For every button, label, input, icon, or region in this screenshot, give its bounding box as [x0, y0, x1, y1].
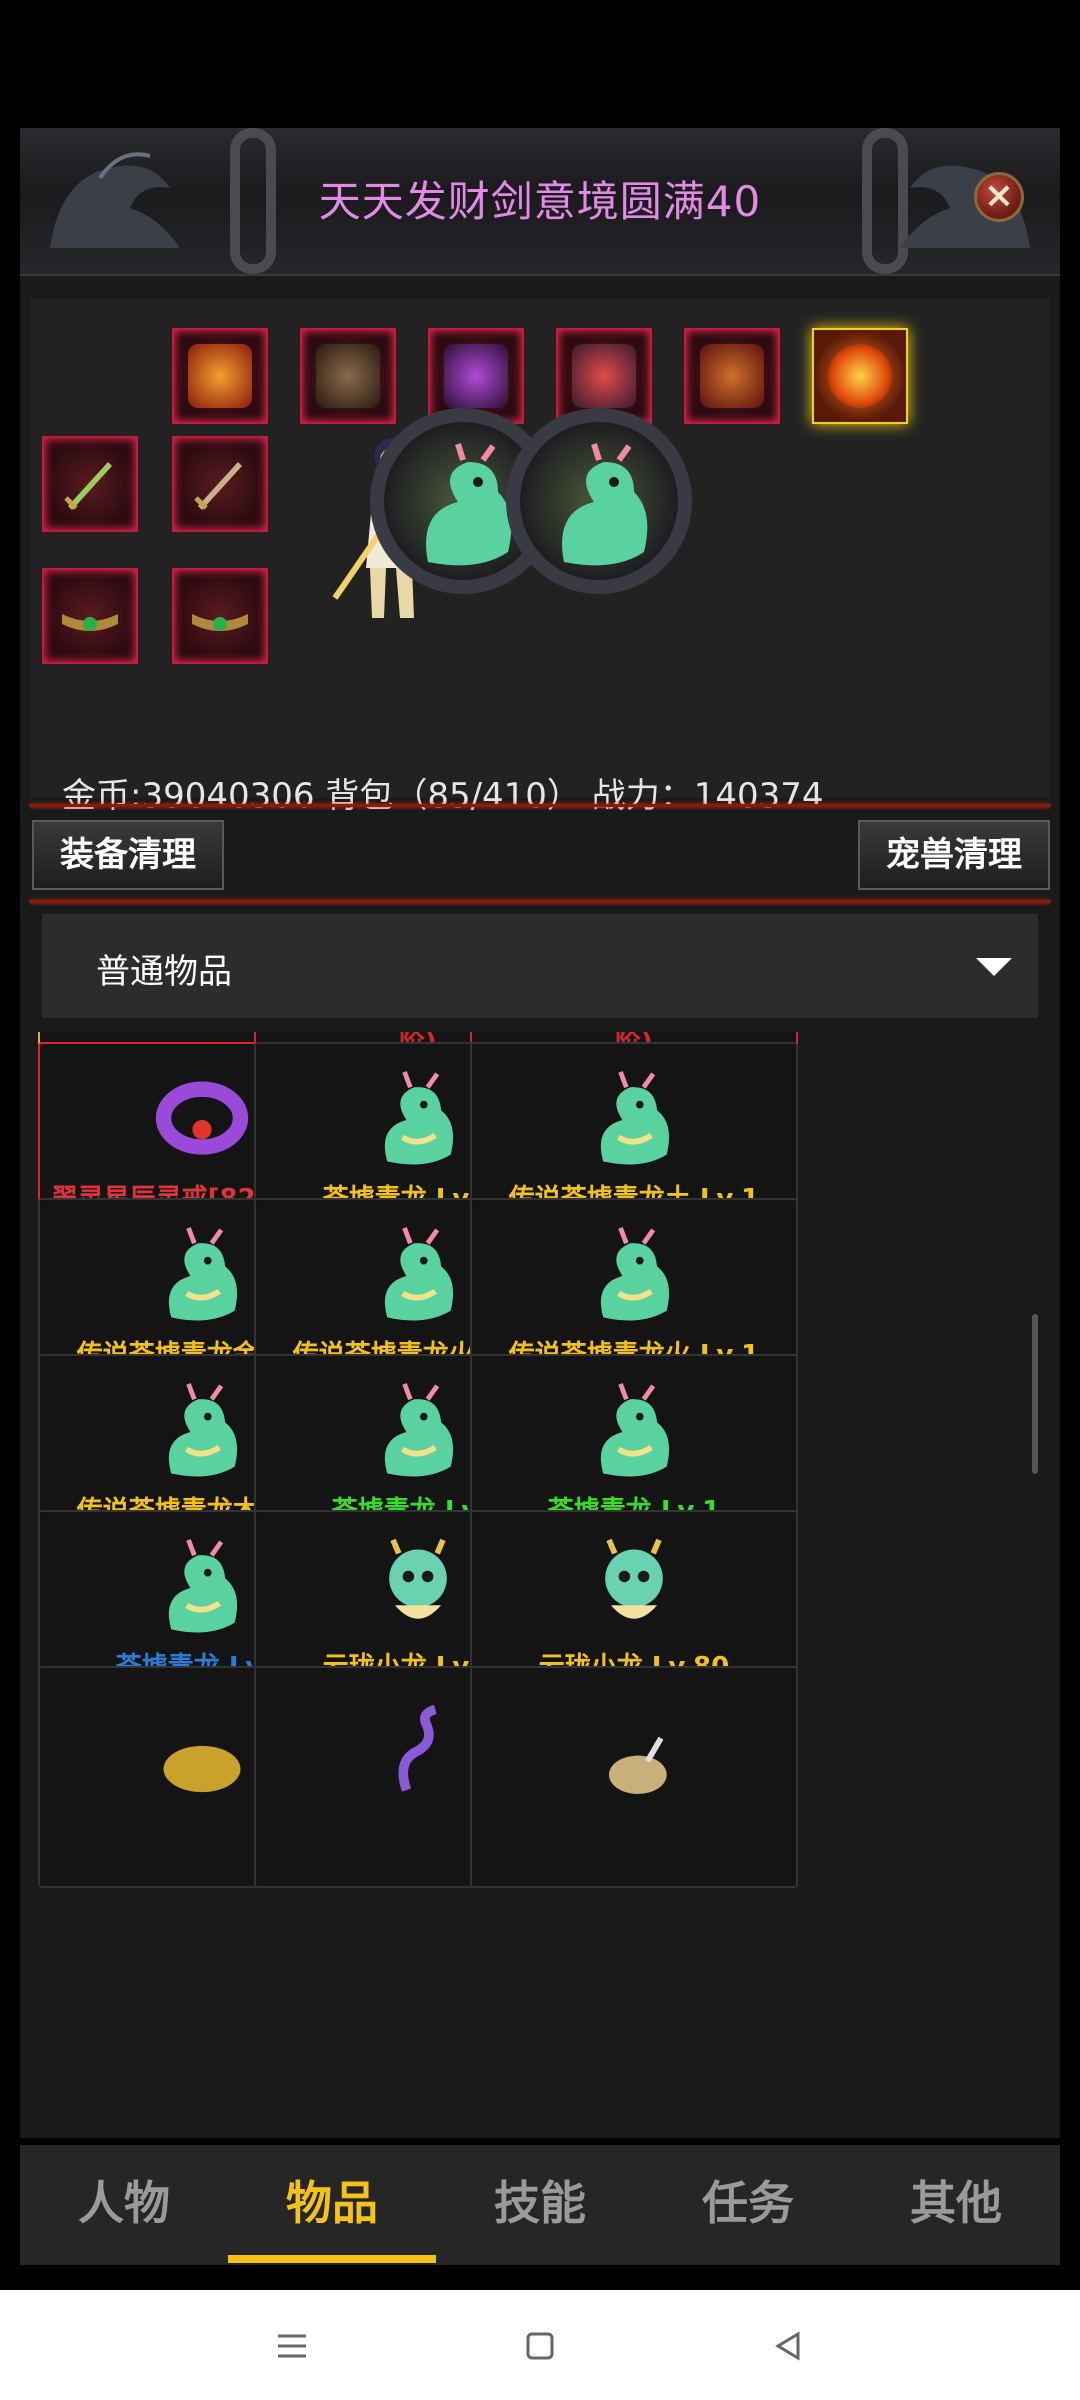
player-stats: 金币:39040306 背包（85/410） 战力：140374	[62, 776, 824, 816]
equip-slot-weapon-2[interactable]	[172, 436, 268, 532]
ring-icon	[155, 1081, 249, 1155]
green-dragon-icon	[168, 1383, 238, 1477]
tab-items[interactable]: 物品	[228, 2145, 436, 2265]
shoulder-icon	[572, 344, 636, 408]
green-dragon-icon	[562, 443, 648, 566]
active-tab-indicator	[228, 2255, 436, 2263]
equip-slot-armor[interactable]	[172, 328, 268, 424]
baby-dragon-icon	[389, 1538, 447, 1619]
tab-character[interactable]: 人物	[20, 2145, 228, 2265]
divider	[30, 804, 1050, 807]
green-dragon-icon	[168, 1227, 238, 1321]
sword-icon	[64, 462, 112, 510]
belt-icon	[62, 614, 118, 631]
item-category-selected: 普通物品	[96, 952, 232, 992]
belt-icon	[192, 614, 248, 631]
equip-slot-weapon-1[interactable]	[42, 436, 138, 532]
scorpion-icon	[398, 1704, 437, 1792]
equip-slot-belt-2[interactable]	[172, 568, 268, 664]
bird-icon	[609, 1736, 667, 1794]
game-panel: 天天发财剑意境圆满40 × 金币:39040306 背包（85/410） 战力：…	[20, 128, 1060, 2138]
system-navigation-bar	[0, 2290, 1080, 2400]
pet-slot-2[interactable]	[506, 408, 692, 594]
equip-slot-orb[interactable]	[812, 328, 908, 424]
armor-icon	[188, 344, 252, 408]
green-dragon-icon	[168, 1539, 238, 1633]
tab-quests[interactable]: 任务	[644, 2145, 852, 2265]
close-button[interactable]: ×	[974, 172, 1024, 222]
helmet-icon	[316, 344, 380, 408]
green-dragon-icon	[600, 1071, 670, 1165]
amulet-icon	[444, 344, 508, 408]
status-bar	[0, 0, 1080, 110]
equipment-area: 金币:39040306 背包（85/410） 战力：140374	[30, 298, 1050, 816]
item-category-select[interactable]: 普通物品	[42, 914, 1038, 1018]
turtle-icon	[163, 1745, 241, 1793]
green-dragon-icon	[384, 1071, 454, 1165]
chevron-down-icon	[976, 958, 1012, 976]
bottom-nav: 人物 物品 技能 任务 其他	[20, 2145, 1060, 2265]
tab-skills[interactable]: 技能	[436, 2145, 644, 2265]
menu-icon[interactable]	[272, 2326, 312, 2366]
title-banner: 天天发财剑意境圆满40 ×	[20, 128, 1060, 276]
divider	[30, 900, 1050, 903]
equip-clean-button[interactable]: 装备清理	[32, 820, 224, 890]
home-icon[interactable]	[520, 2326, 560, 2366]
banner-title: 天天发财剑意境圆满40	[318, 177, 762, 226]
green-dragon-icon	[384, 1383, 454, 1477]
pet-clean-button[interactable]: 宠兽清理	[858, 820, 1050, 890]
equip-slot-belt-1[interactable]	[42, 568, 138, 664]
green-dragon-icon	[384, 1227, 454, 1321]
back-icon[interactable]	[768, 2326, 808, 2366]
fire-orb-icon	[828, 344, 892, 408]
inventory-grid: 阶) 阶) 翠灵星辰灵戒[82] (四阶)苍墟青龙 Lv.60传说苍墟青龙土 L…	[20, 1032, 1060, 2138]
gloves-icon	[700, 344, 764, 408]
inventory-item[interactable]	[470, 1666, 798, 1888]
scrollbar[interactable]	[1032, 1314, 1038, 1474]
equip-slot-gloves[interactable]	[684, 328, 780, 424]
equip-slot-helmet[interactable]	[300, 328, 396, 424]
tab-other[interactable]: 其他	[852, 2145, 1060, 2265]
sword-icon	[194, 462, 242, 510]
green-dragon-icon	[600, 1383, 670, 1477]
baby-dragon-icon	[605, 1538, 663, 1619]
green-dragon-icon	[600, 1227, 670, 1321]
